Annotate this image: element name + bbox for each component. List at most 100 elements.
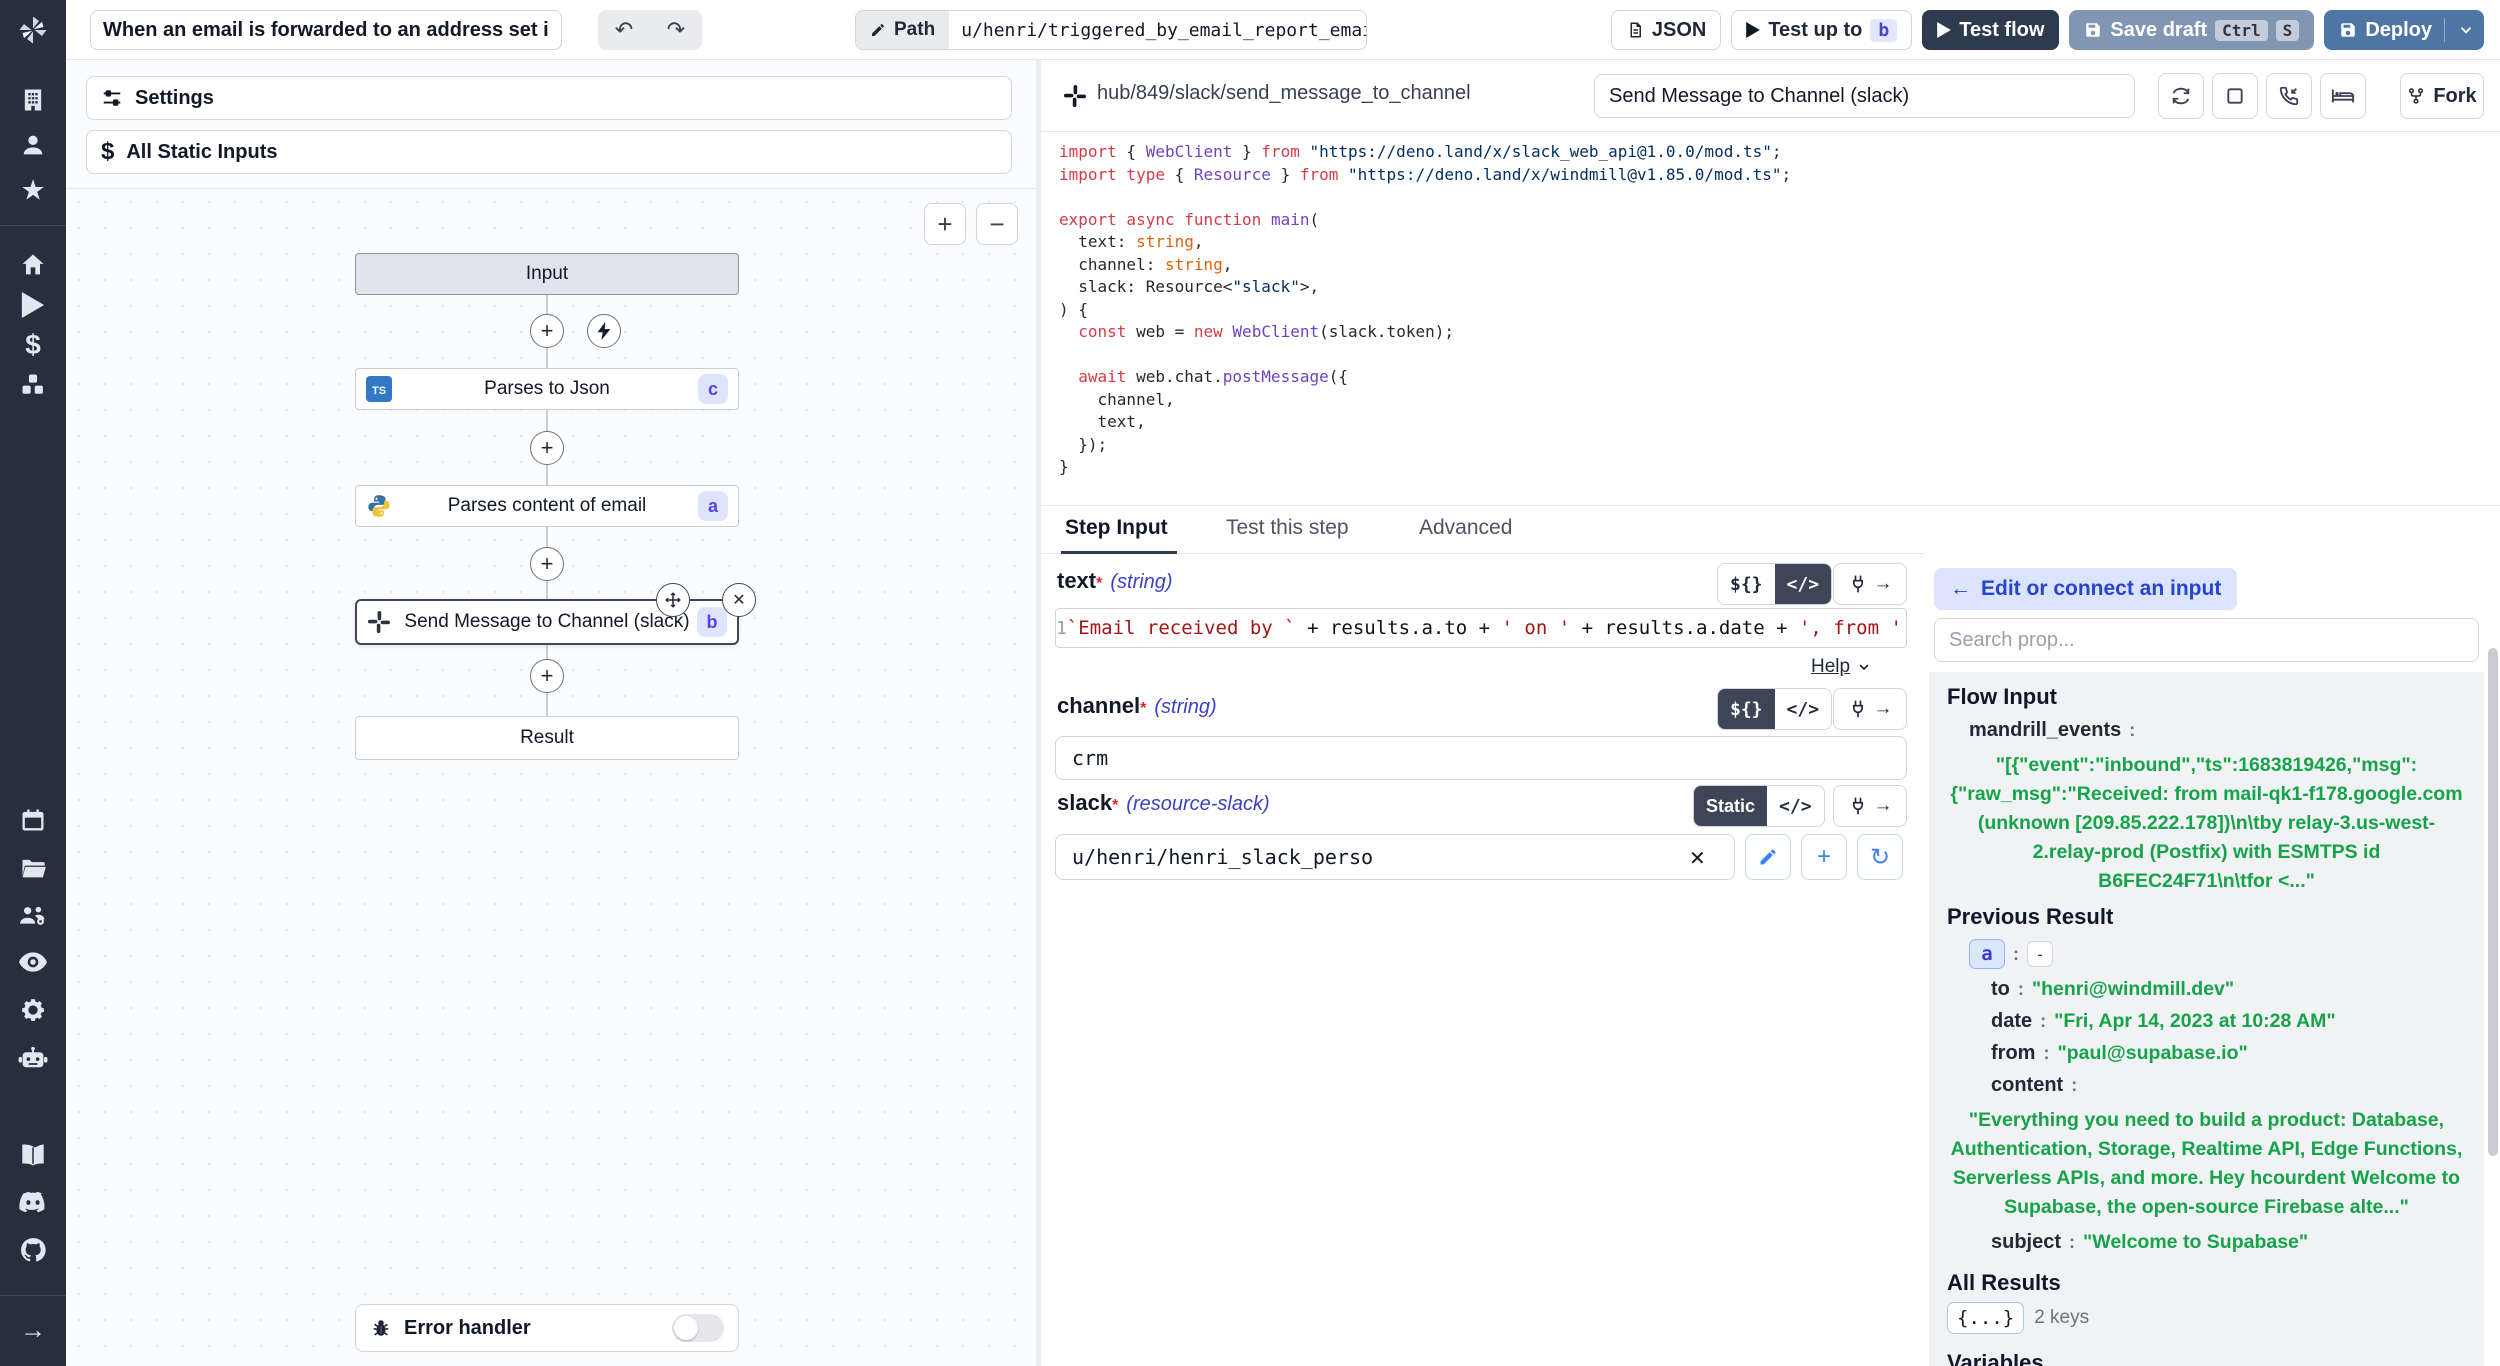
colon: : <box>2018 979 2024 1000</box>
template-mode-button[interactable]: ${} <box>1718 564 1775 604</box>
discord-icon <box>18 1190 48 1214</box>
result-key-row: a : - <box>1947 939 2466 969</box>
deploy-label: Deploy <box>2365 19 2432 42</box>
clear-resource-button[interactable]: ✕ <box>1689 846 1706 871</box>
fork-button[interactable]: Fork <box>2400 73 2484 119</box>
slack-connect-button[interactable]: → <box>1833 785 1907 827</box>
channel-value-input[interactable] <box>1055 736 1907 780</box>
deploy-button[interactable]: Deploy <box>2324 10 2484 50</box>
step-summary-input[interactable] <box>1594 74 2135 118</box>
flow-node-parses-content[interactable]: Parses content of email a <box>355 485 739 527</box>
flow-node-input[interactable]: Input <box>355 253 739 295</box>
prop-key: mandrill_events <box>1969 719 2121 742</box>
step-id-badge: c <box>698 374 728 404</box>
sidebar-item-groups[interactable] <box>18 901 48 929</box>
chevron-down-icon[interactable] <box>2457 21 2475 39</box>
sidebar-item-workspace[interactable] <box>19 86 47 114</box>
all-static-inputs-button[interactable]: $ All Static Inputs <box>86 130 1012 174</box>
resource-picker-input[interactable] <box>1055 834 1735 880</box>
sidebar-item-variables[interactable]: $ <box>25 329 41 361</box>
add-step-button[interactable]: + <box>530 314 564 348</box>
result-field-row[interactable]: to : "henri@windmill.dev" <box>1947 978 2466 1001</box>
sidebar-item-folders[interactable] <box>19 854 47 882</box>
sidebar-item-runs[interactable] <box>21 292 45 318</box>
sidebar-item-schedules[interactable] <box>19 806 47 834</box>
code-mode-button[interactable]: </> <box>1767 786 1824 826</box>
undo-redo-group: ↶ ↷ <box>598 10 702 50</box>
step-a-badge[interactable]: a <box>1969 939 2005 969</box>
error-handler-node[interactable]: Error handler <box>355 1304 739 1352</box>
sidebar-item-discord[interactable] <box>18 1190 48 1214</box>
code-mode-button[interactable]: </> <box>1775 564 1832 604</box>
edit-resource-button[interactable] <box>1745 834 1791 880</box>
error-handler-toggle[interactable] <box>672 1314 724 1342</box>
tab-step-input[interactable]: Step Input <box>1065 516 1168 540</box>
result-field-row[interactable]: content : <box>1947 1074 2466 1097</box>
add-step-button[interactable]: + <box>530 431 564 465</box>
code-editor[interactable]: import { WebClient } from "https://deno.… <box>1041 133 2500 505</box>
sidebar-item-user[interactable] <box>19 131 47 159</box>
collapse-toggle[interactable]: - <box>2027 941 2053 967</box>
trigger-button[interactable] <box>587 314 621 348</box>
result-field-row[interactable]: date : "Fri, Apr 14, 2023 at 10:28 AM" <box>1947 1010 2466 1033</box>
panel-splitter[interactable] <box>1036 60 1041 1366</box>
trigger-call-button[interactable] <box>2266 73 2312 119</box>
vertical-scrollbar[interactable] <box>2488 648 2498 1156</box>
static-mode-button[interactable]: Static <box>1694 786 1767 826</box>
path-edit-button[interactable]: Path <box>856 11 949 49</box>
sidebar-expand-button[interactable]: → <box>20 1315 46 1346</box>
flow-input-key-row[interactable]: mandrill_events : <box>1947 719 2466 742</box>
channel-connect-button[interactable]: → <box>1833 688 1907 730</box>
document-icon <box>1626 21 1644 39</box>
json-button[interactable]: JSON <box>1611 10 1721 50</box>
sidebar-item-favorites[interactable]: ★ <box>20 174 45 207</box>
text-expression-editor[interactable]: 1 `Email received by ` + results.a.to + … <box>1055 608 1907 648</box>
redo-button[interactable]: ↷ <box>650 10 702 50</box>
result-field-row[interactable]: subject : "Welcome to Supabase" <box>1947 1231 2466 1254</box>
help-link[interactable]: Help <box>1811 656 1872 678</box>
flow-input-value[interactable]: "[{"event":"inbound","ts":1683819426,"ms… <box>1947 751 2466 896</box>
move-step-button[interactable] <box>656 583 690 617</box>
delete-step-button[interactable]: ✕ <box>722 583 756 617</box>
sidebar-item-audit-logs[interactable] <box>18 950 48 974</box>
save-draft-button[interactable]: Save draft Ctrl S <box>2069 10 2314 50</box>
path-value[interactable]: u/henri/triggered_by_email_report_email <box>949 11 1366 49</box>
refresh-resource-button[interactable]: ↻ <box>1857 834 1903 880</box>
sidebar-item-github[interactable] <box>19 1236 47 1264</box>
search-prop-input[interactable] <box>1934 618 2479 662</box>
edit-connect-input-button[interactable]: ← Edit or connect an input <box>1934 568 2237 610</box>
sidebar-item-home[interactable] <box>19 251 47 279</box>
text-connect-button[interactable]: → <box>1833 563 1907 605</box>
save-icon <box>2084 21 2102 39</box>
sidebar-item-resources[interactable] <box>19 371 47 399</box>
template-mode-button[interactable]: ${} <box>1718 689 1775 729</box>
step-editor-header: hub/849/slack/send_message_to_channel <box>1041 60 2500 132</box>
sidebar-item-workers[interactable] <box>18 1045 48 1071</box>
expand-editor-button[interactable] <box>2212 73 2258 119</box>
hub-script-path[interactable]: hub/849/slack/send_message_to_channel <box>1097 82 1471 105</box>
undo-button[interactable]: ↶ <box>598 10 650 50</box>
zoom-in-button[interactable]: + <box>924 203 966 245</box>
sidebar-item-docs[interactable] <box>18 1143 48 1167</box>
test-up-to-button[interactable]: Test up to b <box>1731 10 1912 50</box>
flow-title-input[interactable] <box>90 10 562 50</box>
test-flow-button[interactable]: Test flow <box>1922 10 2059 50</box>
windmill-logo[interactable] <box>0 0 66 60</box>
diff-button[interactable] <box>2158 73 2204 119</box>
content-value[interactable]: "Everything you need to build a product:… <box>1947 1106 2466 1222</box>
flow-settings-button[interactable]: Settings <box>86 76 1012 120</box>
result-field-row[interactable]: from : "paul@supabase.io" <box>1947 1042 2466 1065</box>
code-mode-button[interactable]: </> <box>1775 689 1832 729</box>
tab-test-this-step[interactable]: Test this step <box>1226 516 1349 540</box>
tab-advanced[interactable]: Advanced <box>1419 516 1512 540</box>
test-flow-label: Test flow <box>1959 19 2044 42</box>
zoom-out-button[interactable]: − <box>976 203 1018 245</box>
sidebar-item-settings[interactable] <box>19 996 47 1024</box>
flow-node-result[interactable]: Result <box>355 716 739 760</box>
add-resource-button[interactable]: + <box>1801 834 1847 880</box>
flow-node-parses-to-json[interactable]: TS Parses to Json c <box>355 368 739 410</box>
all-results-object-badge[interactable]: {...} <box>1947 1302 2024 1334</box>
add-step-button[interactable]: + <box>530 547 564 581</box>
sleep-step-button[interactable] <box>2320 73 2366 119</box>
add-step-button[interactable]: + <box>530 659 564 693</box>
